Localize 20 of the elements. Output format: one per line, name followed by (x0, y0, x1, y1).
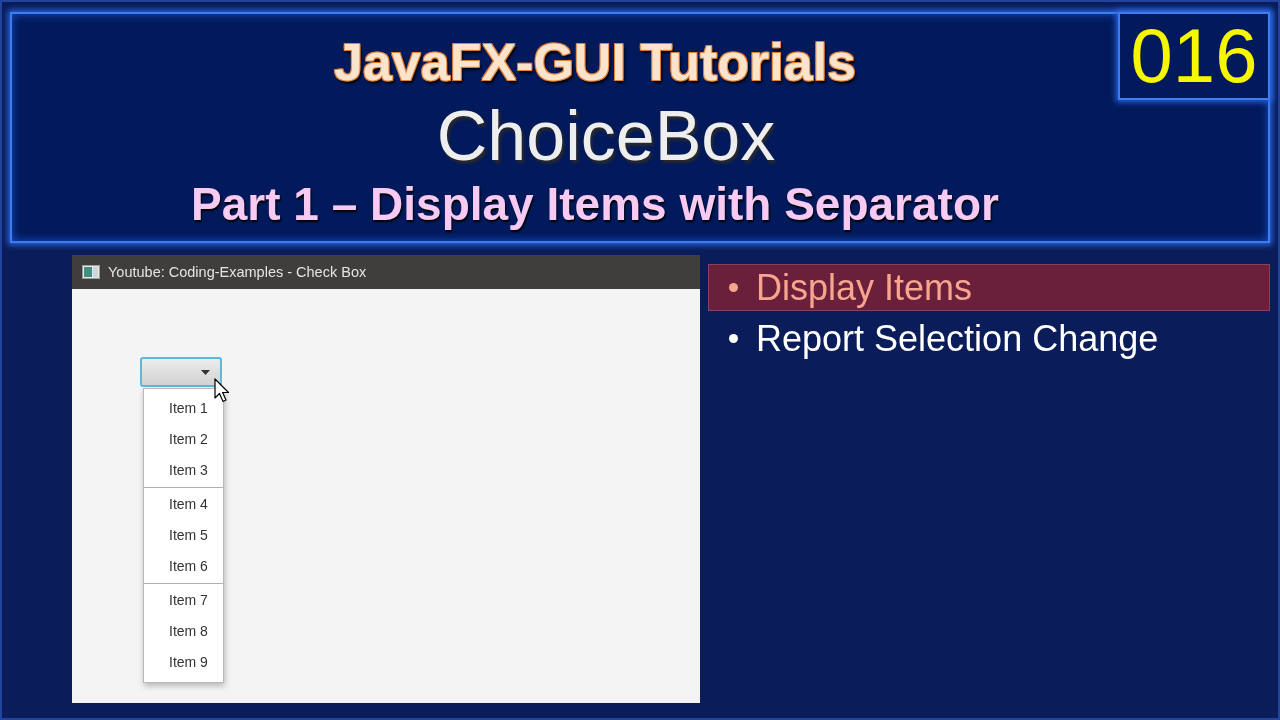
menu-item[interactable]: Item 7 (144, 585, 223, 616)
window-title: Youtube: Coding-Examples - Check Box (108, 264, 367, 280)
bullet-icon (729, 283, 738, 292)
app-icon (82, 265, 100, 279)
bullet-icon (729, 334, 738, 343)
choice-box[interactable] (140, 357, 222, 387)
menu-item[interactable]: Item 3 (144, 455, 223, 486)
menu-item[interactable]: Item 5 (144, 520, 223, 551)
series-title: JavaFX-GUI Tutorials (333, 36, 857, 88)
menu-item[interactable]: Item 2 (144, 424, 223, 455)
topic-title: ChoiceBox (435, 101, 776, 171)
outline-label: Display Items (756, 266, 973, 309)
episode-number: 016 (1118, 12, 1270, 100)
menu-item[interactable]: Item 6 (144, 551, 223, 582)
menu-item[interactable]: Item 9 (144, 647, 223, 678)
outline-label: Report Selection Change (756, 317, 1159, 360)
menu-item[interactable]: Item 4 (144, 489, 223, 520)
caret-icon (201, 369, 210, 375)
menu-item[interactable]: Item 8 (144, 616, 223, 647)
menu-item[interactable]: Item 1 (144, 393, 223, 424)
